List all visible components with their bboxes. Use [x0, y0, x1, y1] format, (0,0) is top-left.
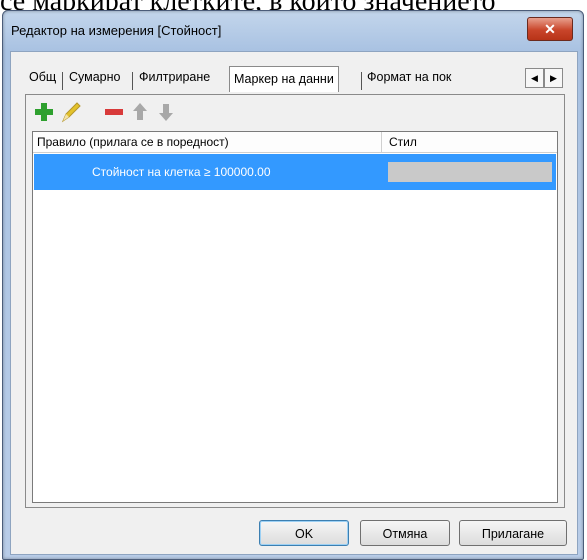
tab-summary[interactable]: Сумарно: [69, 70, 121, 84]
remove-rule-button[interactable]: [102, 99, 126, 125]
column-divider[interactable]: [381, 132, 382, 152]
tab-data-marker[interactable]: Маркер на данни: [229, 66, 339, 92]
move-down-icon: [159, 104, 173, 121]
tab-separator: [361, 72, 362, 90]
apply-button[interactable]: Прилагане: [459, 520, 567, 546]
dialog-body: Общ Сумарно Филтриране Маркер на данни Ф…: [10, 51, 578, 555]
style-swatch: [388, 162, 552, 182]
grid-header: Правило (прилага се в поредност) Стил: [33, 132, 557, 153]
remove-icon: [105, 109, 123, 115]
tab-display-format[interactable]: Формат на пок: [367, 70, 451, 84]
rule-toolbar: [26, 99, 226, 127]
window-title: Редактор на измерения [Стойност]: [11, 23, 222, 38]
tab-scroll-controls: ◀ ▶: [525, 68, 563, 88]
move-down-button[interactable]: [154, 99, 178, 125]
tab-filtering[interactable]: Филтриране: [139, 70, 210, 84]
column-header-rule[interactable]: Правило (прилага се в поредност): [37, 135, 229, 149]
rules-grid[interactable]: Правило (прилага се в поредност) Стил Ст…: [32, 131, 558, 503]
chevron-right-icon: ▶: [550, 73, 557, 83]
rule-cell: Стойност на клетка ≥ 100000.00: [92, 165, 271, 179]
tab-separator: [132, 72, 133, 90]
chevron-left-icon: ◀: [531, 73, 538, 83]
title-bar[interactable]: Редактор на измерения [Стойност]: [9, 11, 513, 51]
add-rule-button[interactable]: [32, 99, 56, 125]
add-icon: [35, 103, 53, 121]
tab-strip: Общ Сумарно Филтриране Маркер на данни Ф…: [25, 66, 563, 96]
close-icon: ✕: [544, 21, 556, 37]
data-marker-panel: Правило (прилага се в поредност) Стил Ст…: [25, 94, 565, 508]
tab-general[interactable]: Общ: [29, 70, 56, 84]
move-up-button[interactable]: [128, 99, 152, 125]
tab-scroll-right-button[interactable]: ▶: [544, 68, 563, 88]
move-up-icon: [133, 103, 147, 120]
tab-separator: [62, 72, 63, 90]
cancel-button[interactable]: Отмяна: [360, 520, 450, 546]
edit-rule-button[interactable]: [58, 99, 82, 125]
table-row[interactable]: Стойност на клетка ≥ 100000.00: [34, 154, 556, 190]
dimension-editor-dialog: Редактор на измерения [Стойност] ✕ Общ С…: [2, 10, 584, 560]
tab-scroll-left-button[interactable]: ◀: [525, 68, 544, 88]
column-header-style[interactable]: Стил: [389, 135, 417, 149]
close-button[interactable]: ✕: [527, 17, 573, 41]
edit-icon: [61, 102, 81, 123]
ok-button[interactable]: OK: [259, 520, 349, 546]
